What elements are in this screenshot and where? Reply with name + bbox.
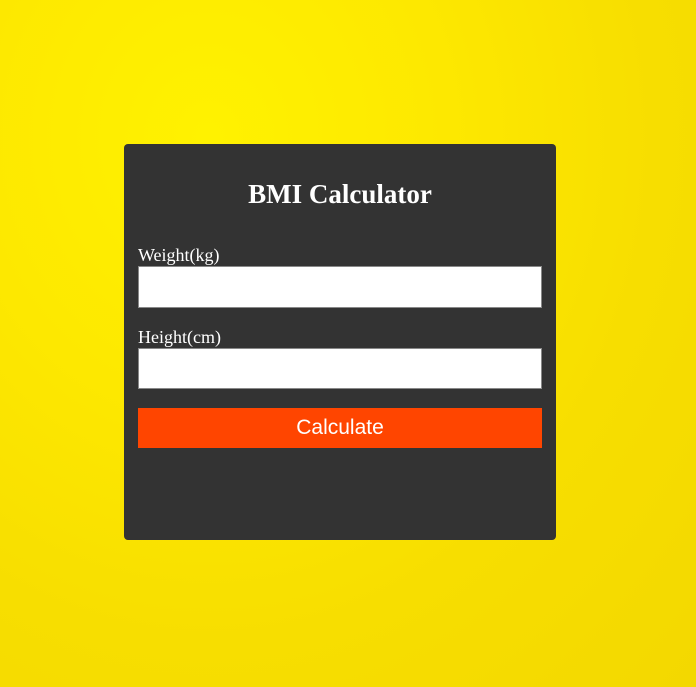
height-input[interactable] [138,348,542,389]
weight-input[interactable] [138,266,542,308]
calculate-button[interactable]: Calculate [138,408,542,448]
bmi-calculator-card: BMI Calculator Weight(kg) Height(cm) Cal… [124,144,556,540]
bmi-result [138,464,542,504]
height-label: Height(cm) [138,327,221,347]
page-title: BMI Calculator [248,179,432,209]
weight-label: Weight(kg) [138,245,220,265]
